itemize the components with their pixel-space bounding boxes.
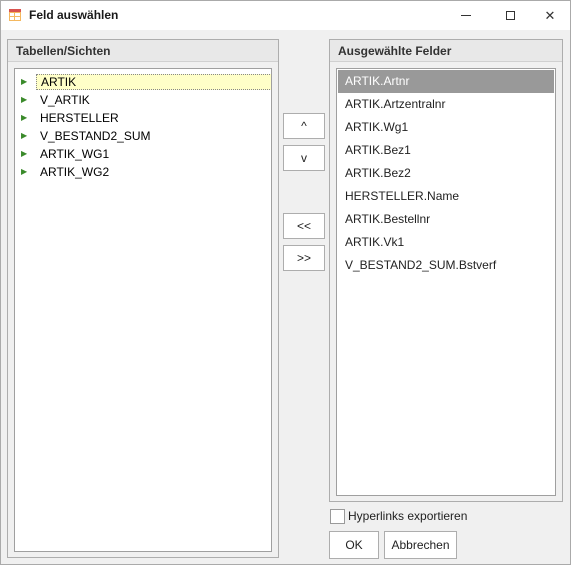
title-bar[interactable]: Feld auswählen ✕: [1, 1, 570, 30]
close-button[interactable]: ✕: [528, 1, 571, 30]
list-item[interactable]: ARTIK.Bez2: [338, 162, 554, 185]
table-grid-icon: [9, 9, 21, 21]
tree-item-label: V_BESTAND2_SUM: [40, 129, 151, 143]
cancel-button[interactable]: Abbrechen: [384, 531, 457, 559]
list-item[interactable]: ARTIK.Wg1: [338, 116, 554, 139]
tree-item[interactable]: ▶ HERSTELLER: [15, 109, 271, 127]
tables-group-header: Tabellen/Sichten: [8, 40, 278, 62]
expand-arrow-icon[interactable]: ▶: [21, 91, 31, 109]
ok-button[interactable]: OK: [329, 531, 379, 559]
remove-field-button[interactable]: <<: [283, 213, 325, 239]
expand-arrow-icon[interactable]: ▶: [21, 73, 31, 91]
dialog-window: Feld auswählen ✕ Tabellen/Sichten ▶ ARTIK…: [0, 0, 571, 565]
tables-group: Tabellen/Sichten ▶ ARTIK ▶ V_ARTIK ▶ HERSTELL…: [7, 39, 279, 558]
list-item[interactable]: ARTIK.Bestellnr: [338, 208, 554, 231]
hyperlinks-label: Hyperlinks exportieren: [348, 509, 468, 523]
tree-item[interactable]: ▶ ARTIK_WG2: [15, 163, 271, 181]
expand-arrow-icon[interactable]: ▶: [21, 109, 31, 127]
tree-item[interactable]: ▶ ARTIK_WG1: [15, 145, 271, 163]
tree-item-label: ARTIK_WG2: [40, 165, 110, 179]
move-up-button[interactable]: ^: [283, 113, 325, 139]
minimize-button[interactable]: [444, 1, 488, 30]
list-item[interactable]: ARTIK.Artzentralnr: [338, 93, 554, 116]
expand-arrow-icon[interactable]: ▶: [21, 145, 31, 163]
tables-tree[interactable]: ▶ ARTIK ▶ V_ARTIK ▶ HERSTELLER ▶ V_BESTAND2_SUM…: [14, 68, 272, 552]
list-item[interactable]: HERSTELLER.Name: [338, 185, 554, 208]
list-item[interactable]: ARTIK.Bez1: [338, 139, 554, 162]
close-icon: ✕: [544, 7, 556, 23]
window-title: Feld auswählen: [29, 8, 119, 22]
fields-group-header: Ausgewählte Felder: [330, 40, 562, 62]
list-item[interactable]: V_BESTAND2_SUM.Bstverf: [338, 254, 554, 277]
tree-item[interactable]: ▶ ARTIK: [15, 73, 271, 91]
maximize-icon: [505, 11, 515, 20]
tree-item-label: HERSTELLER: [40, 111, 119, 125]
tree-item[interactable]: ▶ V_ARTIK: [15, 91, 271, 109]
hyperlinks-checkbox[interactable]: [330, 509, 345, 524]
maximize-button[interactable]: [488, 1, 532, 30]
expand-arrow-icon[interactable]: ▶: [21, 127, 31, 145]
tree-item-label: ARTIK: [36, 74, 271, 90]
selected-fields-list[interactable]: ARTIK.Artnr ARTIK.Artzentralnr ARTIK.Wg1 AR…: [336, 68, 556, 496]
fields-group: Ausgewählte Felder ARTIK.Artnr ARTIK.Artz…: [329, 39, 563, 502]
minimize-icon: [461, 15, 471, 16]
list-item[interactable]: ARTIK.Artnr: [338, 70, 554, 93]
move-down-button[interactable]: v: [283, 145, 325, 171]
tree-item[interactable]: ▶ V_BESTAND2_SUM: [15, 127, 271, 145]
tree-item-label: ARTIK_WG1: [40, 147, 110, 161]
add-field-button[interactable]: >>: [283, 245, 325, 271]
tree-item-label: V_ARTIK: [40, 93, 90, 107]
list-item[interactable]: ARTIK.Vk1: [338, 231, 554, 254]
expand-arrow-icon[interactable]: ▶: [21, 163, 31, 181]
